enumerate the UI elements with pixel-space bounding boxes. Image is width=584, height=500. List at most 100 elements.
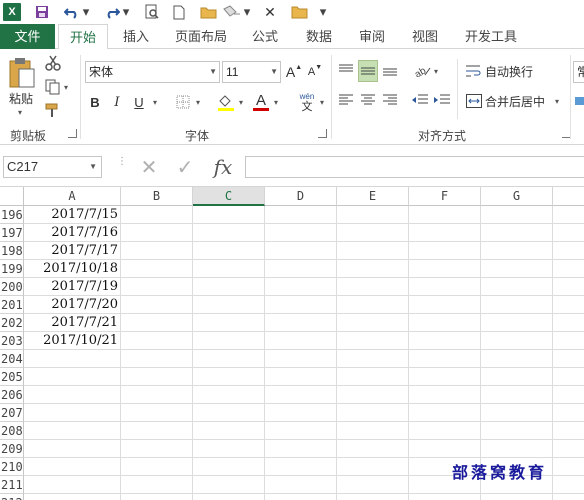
cell-a[interactable] — [24, 494, 120, 500]
tab-review[interactable]: 审阅 — [351, 24, 393, 49]
cell-a[interactable]: 2017/10/21 — [24, 332, 120, 350]
copy-dropdown-icon[interactable]: ▾ — [62, 81, 70, 93]
close-icon[interactable]: ✕ — [262, 2, 278, 22]
row-header[interactable]: 196 — [0, 206, 24, 224]
cell-a[interactable]: 2017/7/19 — [24, 278, 120, 296]
number-format-combo[interactable]: 常 — [573, 61, 584, 83]
name-box-dropdown-icon[interactable]: ▼ — [89, 157, 97, 177]
column-header-d[interactable]: D — [265, 187, 337, 206]
cell-a[interactable] — [24, 404, 120, 422]
column-header-c[interactable]: C — [193, 187, 265, 206]
tab-file[interactable]: 文件 — [0, 24, 55, 49]
cell-a[interactable] — [24, 422, 120, 440]
tab-page-layout[interactable]: 页面布局 — [170, 24, 232, 49]
row-header[interactable]: 200 — [0, 278, 24, 296]
align-bottom-icon[interactable] — [381, 60, 399, 80]
cancel-icon[interactable]: ✕ — [136, 156, 162, 179]
cell-a[interactable]: 2017/7/17 — [24, 242, 120, 260]
merge-center-icon[interactable] — [465, 91, 483, 111]
underline-dropdown-icon[interactable]: ▾ — [151, 95, 159, 109]
increase-indent-icon[interactable] — [433, 90, 451, 110]
tab-insert[interactable]: 插入 — [114, 24, 158, 49]
column-header-f[interactable]: F — [409, 187, 481, 206]
cell-a[interactable]: 2017/7/20 — [24, 296, 120, 314]
row-header[interactable]: 205 — [0, 368, 24, 386]
cell-a[interactable] — [24, 368, 120, 386]
worksheet-grid[interactable]: A B C D E F G 196 2017/7/15 197 2017/7/16 19… — [0, 187, 584, 500]
redo-dropdown-icon[interactable]: ▾ — [122, 2, 130, 22]
row-header[interactable]: 203 — [0, 332, 24, 350]
italic-button[interactable]: I — [109, 92, 125, 112]
align-center-icon[interactable] — [359, 90, 377, 110]
row-header[interactable]: 202 — [0, 314, 24, 332]
cell-a[interactable]: 2017/7/15 — [24, 206, 120, 224]
cell-a[interactable] — [24, 350, 120, 368]
grow-font-button[interactable]: A ▲ — [286, 61, 302, 83]
phonetic-guide-icon[interactable]: wén 文 — [296, 91, 318, 113]
cell-a[interactable] — [24, 458, 120, 476]
align-left-icon[interactable] — [337, 90, 355, 110]
formula-input[interactable] — [245, 156, 584, 178]
cell-a[interactable] — [24, 440, 120, 458]
name-box[interactable]: C217 ▼ — [3, 156, 102, 178]
font-color-icon[interactable]: A — [252, 91, 270, 113]
orientation-icon[interactable]: ab — [412, 60, 432, 80]
paste-dropdown-icon[interactable]: ▾ — [14, 107, 26, 117]
folder-icon[interactable] — [290, 2, 310, 22]
format-dropdown-icon[interactable]: ▾ — [243, 2, 251, 22]
cut-icon[interactable] — [44, 54, 62, 72]
column-header-g[interactable]: G — [481, 187, 553, 206]
font-name-dropdown-icon[interactable]: ▼ — [209, 62, 217, 82]
row-header[interactable]: 212 — [0, 494, 24, 500]
format-painter-icon[interactable] — [44, 101, 62, 119]
row-header[interactable]: 199 — [0, 260, 24, 278]
tab-data[interactable]: 数据 — [298, 24, 340, 49]
clipboard-launcher-icon[interactable] — [68, 129, 77, 138]
column-header-h[interactable] — [553, 187, 584, 206]
bold-button[interactable]: B — [87, 92, 103, 112]
paste-button[interactable]: 粘贴 — [4, 89, 38, 107]
open-folder-icon[interactable] — [199, 2, 219, 22]
align-top-icon[interactable] — [337, 60, 355, 80]
select-all-corner[interactable] — [0, 187, 24, 206]
format-painter-icon[interactable] — [221, 2, 243, 22]
row-header[interactable]: 209 — [0, 440, 24, 458]
row-header[interactable]: 210 — [0, 458, 24, 476]
border-dropdown-icon[interactable]: ▾ — [194, 95, 202, 109]
cell-a[interactable] — [24, 476, 120, 494]
cell-a[interactable]: 2017/10/18 — [24, 260, 120, 278]
align-right-icon[interactable] — [381, 90, 399, 110]
wrap-text-icon[interactable] — [465, 61, 483, 81]
border-icon[interactable] — [174, 92, 192, 112]
row-header[interactable]: 207 — [0, 404, 24, 422]
column-header-a[interactable]: A — [24, 187, 121, 206]
wrap-text-button[interactable]: 自动换行 — [485, 61, 541, 81]
font-color-dropdown-icon[interactable]: ▾ — [272, 95, 280, 109]
undo-dropdown-icon[interactable]: ▾ — [82, 2, 90, 22]
font-launcher-icon[interactable] — [318, 129, 327, 138]
row-header[interactable]: 204 — [0, 350, 24, 368]
row-header[interactable]: 201 — [0, 296, 24, 314]
splitter-handle-icon[interactable]: ⋮ — [117, 157, 127, 175]
shrink-font-button[interactable]: A ▼ — [307, 61, 323, 83]
column-header-b[interactable]: B — [121, 187, 193, 206]
tab-developer[interactable]: 开发工具 — [458, 24, 524, 49]
fill-color-icon[interactable] — [216, 91, 236, 113]
tab-view[interactable]: 视图 — [404, 24, 446, 49]
font-size-dropdown-icon[interactable]: ▼ — [270, 62, 278, 82]
merge-dropdown-icon[interactable]: ▾ — [552, 94, 562, 108]
fill-color-dropdown-icon[interactable]: ▾ — [237, 95, 245, 109]
orientation-dropdown-icon[interactable]: ▾ — [432, 64, 440, 78]
customize-qat-icon[interactable]: ▾ — [318, 2, 328, 22]
insert-function-icon[interactable]: fx — [210, 155, 236, 179]
cell-a[interactable]: 2017/7/21 — [24, 314, 120, 332]
row-header[interactable]: 206 — [0, 386, 24, 404]
undo-icon[interactable] — [62, 2, 82, 22]
decrease-indent-icon[interactable] — [411, 90, 429, 110]
row-header[interactable]: 208 — [0, 422, 24, 440]
phonetic-dropdown-icon[interactable]: ▾ — [318, 95, 326, 109]
underline-button[interactable]: U — [131, 92, 147, 112]
font-size-combo[interactable]: 11 ▼ — [222, 61, 281, 83]
merge-center-button[interactable]: 合并后居中 — [485, 91, 551, 111]
copy-icon[interactable] — [44, 78, 62, 96]
